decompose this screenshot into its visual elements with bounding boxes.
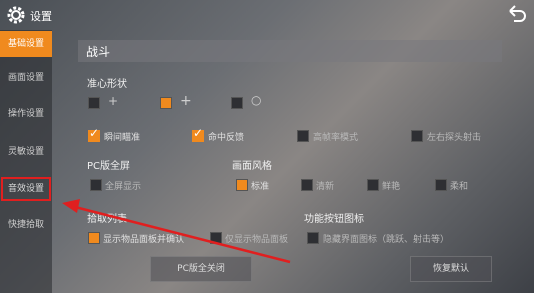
fullscreen-checkbox[interactable] — [90, 179, 102, 191]
plus-icon: + — [180, 93, 192, 109]
peek-fire-label: 左右探头射击 — [427, 133, 482, 143]
top-bar: 设置 — [0, 0, 534, 30]
gear-icon — [7, 6, 25, 24]
plus-small-icon: + — [108, 94, 119, 108]
pickup-show-panel-label: 仅显示物品面板 — [225, 235, 289, 245]
quick-aim-checkbox[interactable]: ✓ — [88, 127, 100, 142]
style-soft-radio[interactable] — [435, 179, 447, 191]
crosshair-label: 准心形状 — [87, 79, 127, 90]
back-icon[interactable] — [506, 3, 528, 25]
pickup-show-panel-checkbox[interactable] — [210, 232, 222, 244]
sidebar-item-controls[interactable]: 操作设置 — [0, 101, 52, 127]
pickup-show-confirm-checkbox[interactable] — [88, 232, 100, 244]
hit-feedback-label: 命中反馈 — [208, 133, 245, 143]
high-fps-checkbox[interactable] — [297, 130, 309, 142]
restore-default-button[interactable]: 恢复默认 — [410, 256, 492, 282]
pickup-show-confirm-label: 显示物品面板并确认 — [103, 235, 185, 245]
high-fps-label: 高帧率模式 — [313, 133, 359, 143]
hit-feedback-checkbox[interactable]: ✓ — [192, 127, 204, 142]
fullscreen-option-label: 全屏显示 — [105, 182, 142, 192]
style-soft-label: 柔和 — [450, 182, 469, 192]
pickup-list-label: 拾取列表 — [87, 214, 127, 225]
sidebar-item-graphics[interactable]: 画面设置 — [0, 65, 52, 91]
sidebar-item-basic[interactable]: 基础设置 — [0, 31, 52, 57]
pc-close-button[interactable]: PC版全关闭 — [150, 256, 252, 282]
settings-title: 设置 — [30, 10, 52, 23]
circle-icon: ○ — [251, 93, 262, 107]
style-label: 画面风格 — [232, 161, 272, 172]
sidebar-item-quick-pickup[interactable]: 快捷拾取 — [0, 212, 52, 238]
crosshair-option-3[interactable] — [231, 97, 243, 109]
hide-icons-label: 隐藏界面图标（跳跃、射击等） — [323, 235, 450, 245]
style-fresh-radio[interactable] — [301, 179, 313, 191]
hide-icons-checkbox[interactable] — [307, 232, 319, 244]
sidebar-item-sensitivity[interactable]: 灵敏设置 — [0, 139, 52, 165]
peek-fire-checkbox[interactable] — [411, 130, 423, 142]
style-vivid-radio[interactable] — [367, 179, 379, 191]
quick-aim-label: 瞬间瞄准 — [104, 133, 141, 143]
style-fresh-label: 清新 — [316, 182, 335, 192]
func-icons-label: 功能按钮图标 — [304, 214, 364, 225]
sidebar-item-audio[interactable]: 音效设置 — [0, 176, 52, 202]
crosshair-option-1[interactable] — [88, 97, 100, 109]
section-header: 战斗 — [78, 40, 502, 62]
section-title: 战斗 — [86, 45, 111, 59]
crosshair-option-2[interactable] — [160, 97, 172, 109]
style-standard-radio[interactable] — [236, 179, 248, 191]
pc-fullscreen-label: PC版全屏 — [87, 161, 131, 172]
style-standard-label: 标准 — [251, 182, 270, 192]
style-vivid-label: 鲜艳 — [382, 182, 401, 192]
